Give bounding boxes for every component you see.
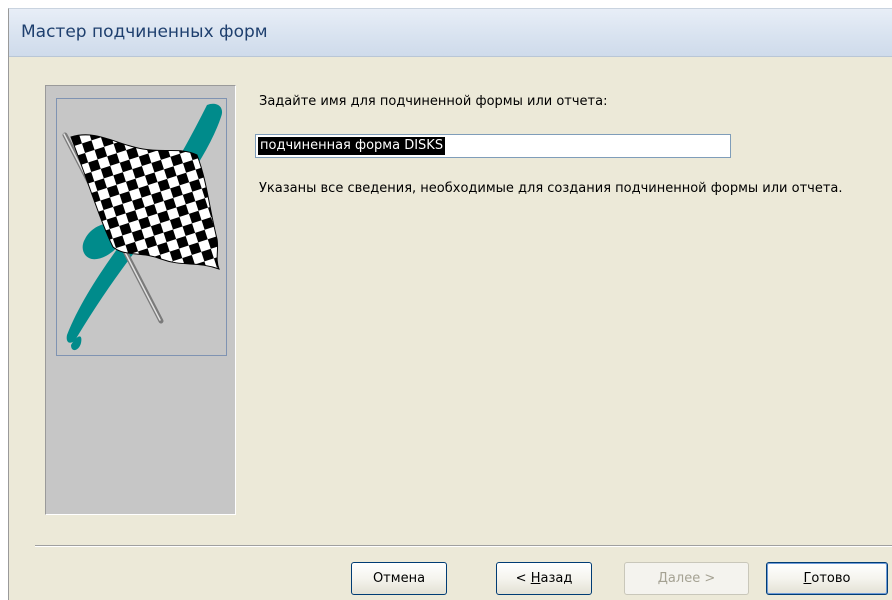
window-title: Мастер подчиненных форм: [21, 22, 268, 42]
finish-button[interactable]: Готово: [766, 562, 888, 595]
next-button-rest: алее >: [667, 571, 716, 586]
subform-name-value[interactable]: подчиненная форма DISKS: [258, 137, 446, 155]
next-button-mnemonic: Д: [657, 571, 668, 586]
subform-name-input[interactable]: подчиненная форма DISKS: [255, 134, 731, 158]
finish-button-rest: отово: [811, 571, 851, 586]
subform-wizard-window: Мастер подчиненных форм Задайте имя для …: [8, 8, 892, 600]
back-button-prefix: <: [515, 571, 531, 586]
next-button[interactable]: Далее >: [624, 562, 749, 595]
button-separator: [35, 545, 892, 547]
subform-name-label: Задайте имя для подчиненной формы или от…: [259, 94, 608, 109]
checkered-flag-icon: [62, 103, 223, 351]
cancel-button-label: Отмена: [372, 571, 426, 586]
back-button[interactable]: < Назад: [496, 562, 592, 595]
wizard-picture-frame: [56, 98, 227, 356]
cancel-button[interactable]: Отмена: [351, 562, 447, 595]
info-message: Указаны все сведения, необходимые для со…: [259, 181, 843, 196]
title-bar: Мастер подчиненных форм: [9, 9, 892, 57]
wizard-picture-panel: [45, 85, 236, 515]
back-button-rest: азад: [540, 571, 573, 586]
